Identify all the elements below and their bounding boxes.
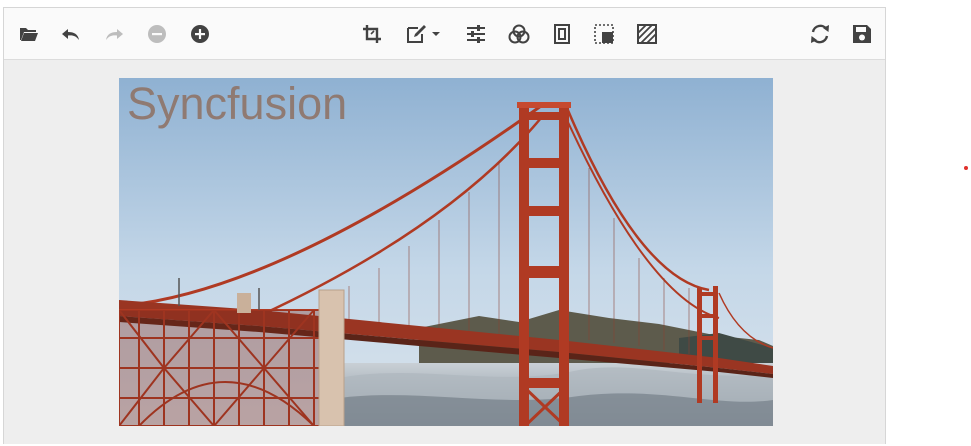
crop-button[interactable] <box>357 19 387 49</box>
filters-button[interactable] <box>504 19 534 49</box>
filters-icon <box>508 24 530 44</box>
save-icon <box>853 25 871 43</box>
adjust-button[interactable] <box>461 19 491 49</box>
open-button[interactable] <box>14 19 44 49</box>
redo-button[interactable] <box>99 19 129 49</box>
chevron-down-icon <box>431 32 440 36</box>
zoom-in-icon <box>191 25 209 43</box>
redact-icon <box>637 24 657 44</box>
resize-icon <box>594 24 614 44</box>
frame-button[interactable] <box>547 19 577 49</box>
redo-icon <box>106 29 123 40</box>
toolbar <box>4 8 885 60</box>
reset-icon <box>811 24 829 44</box>
annotate-dropdown-button[interactable] <box>402 19 444 49</box>
crop-icon <box>363 25 381 43</box>
reset-button[interactable] <box>805 19 835 49</box>
save-button[interactable] <box>847 19 877 49</box>
canvas-area: Syncfusion <box>4 60 885 444</box>
zoom-out-button[interactable] <box>142 19 172 49</box>
adjust-icon <box>467 25 485 43</box>
undo-button[interactable] <box>56 19 86 49</box>
resize-button[interactable] <box>589 19 619 49</box>
indicator-dot <box>964 166 968 170</box>
zoom-in-button[interactable] <box>185 19 215 49</box>
zoom-out-icon <box>148 25 166 43</box>
undo-icon <box>62 29 79 40</box>
frame-icon <box>554 24 570 44</box>
bridge-illustration <box>119 78 773 426</box>
redact-button[interactable] <box>632 19 662 49</box>
watermark-text: Syncfusion <box>127 78 348 129</box>
open-icon <box>20 28 38 41</box>
golden-gate-bridge-photo[interactable]: Syncfusion <box>119 78 773 426</box>
annotate-icon <box>406 25 426 43</box>
image-editor: Syncfusion <box>3 7 886 444</box>
